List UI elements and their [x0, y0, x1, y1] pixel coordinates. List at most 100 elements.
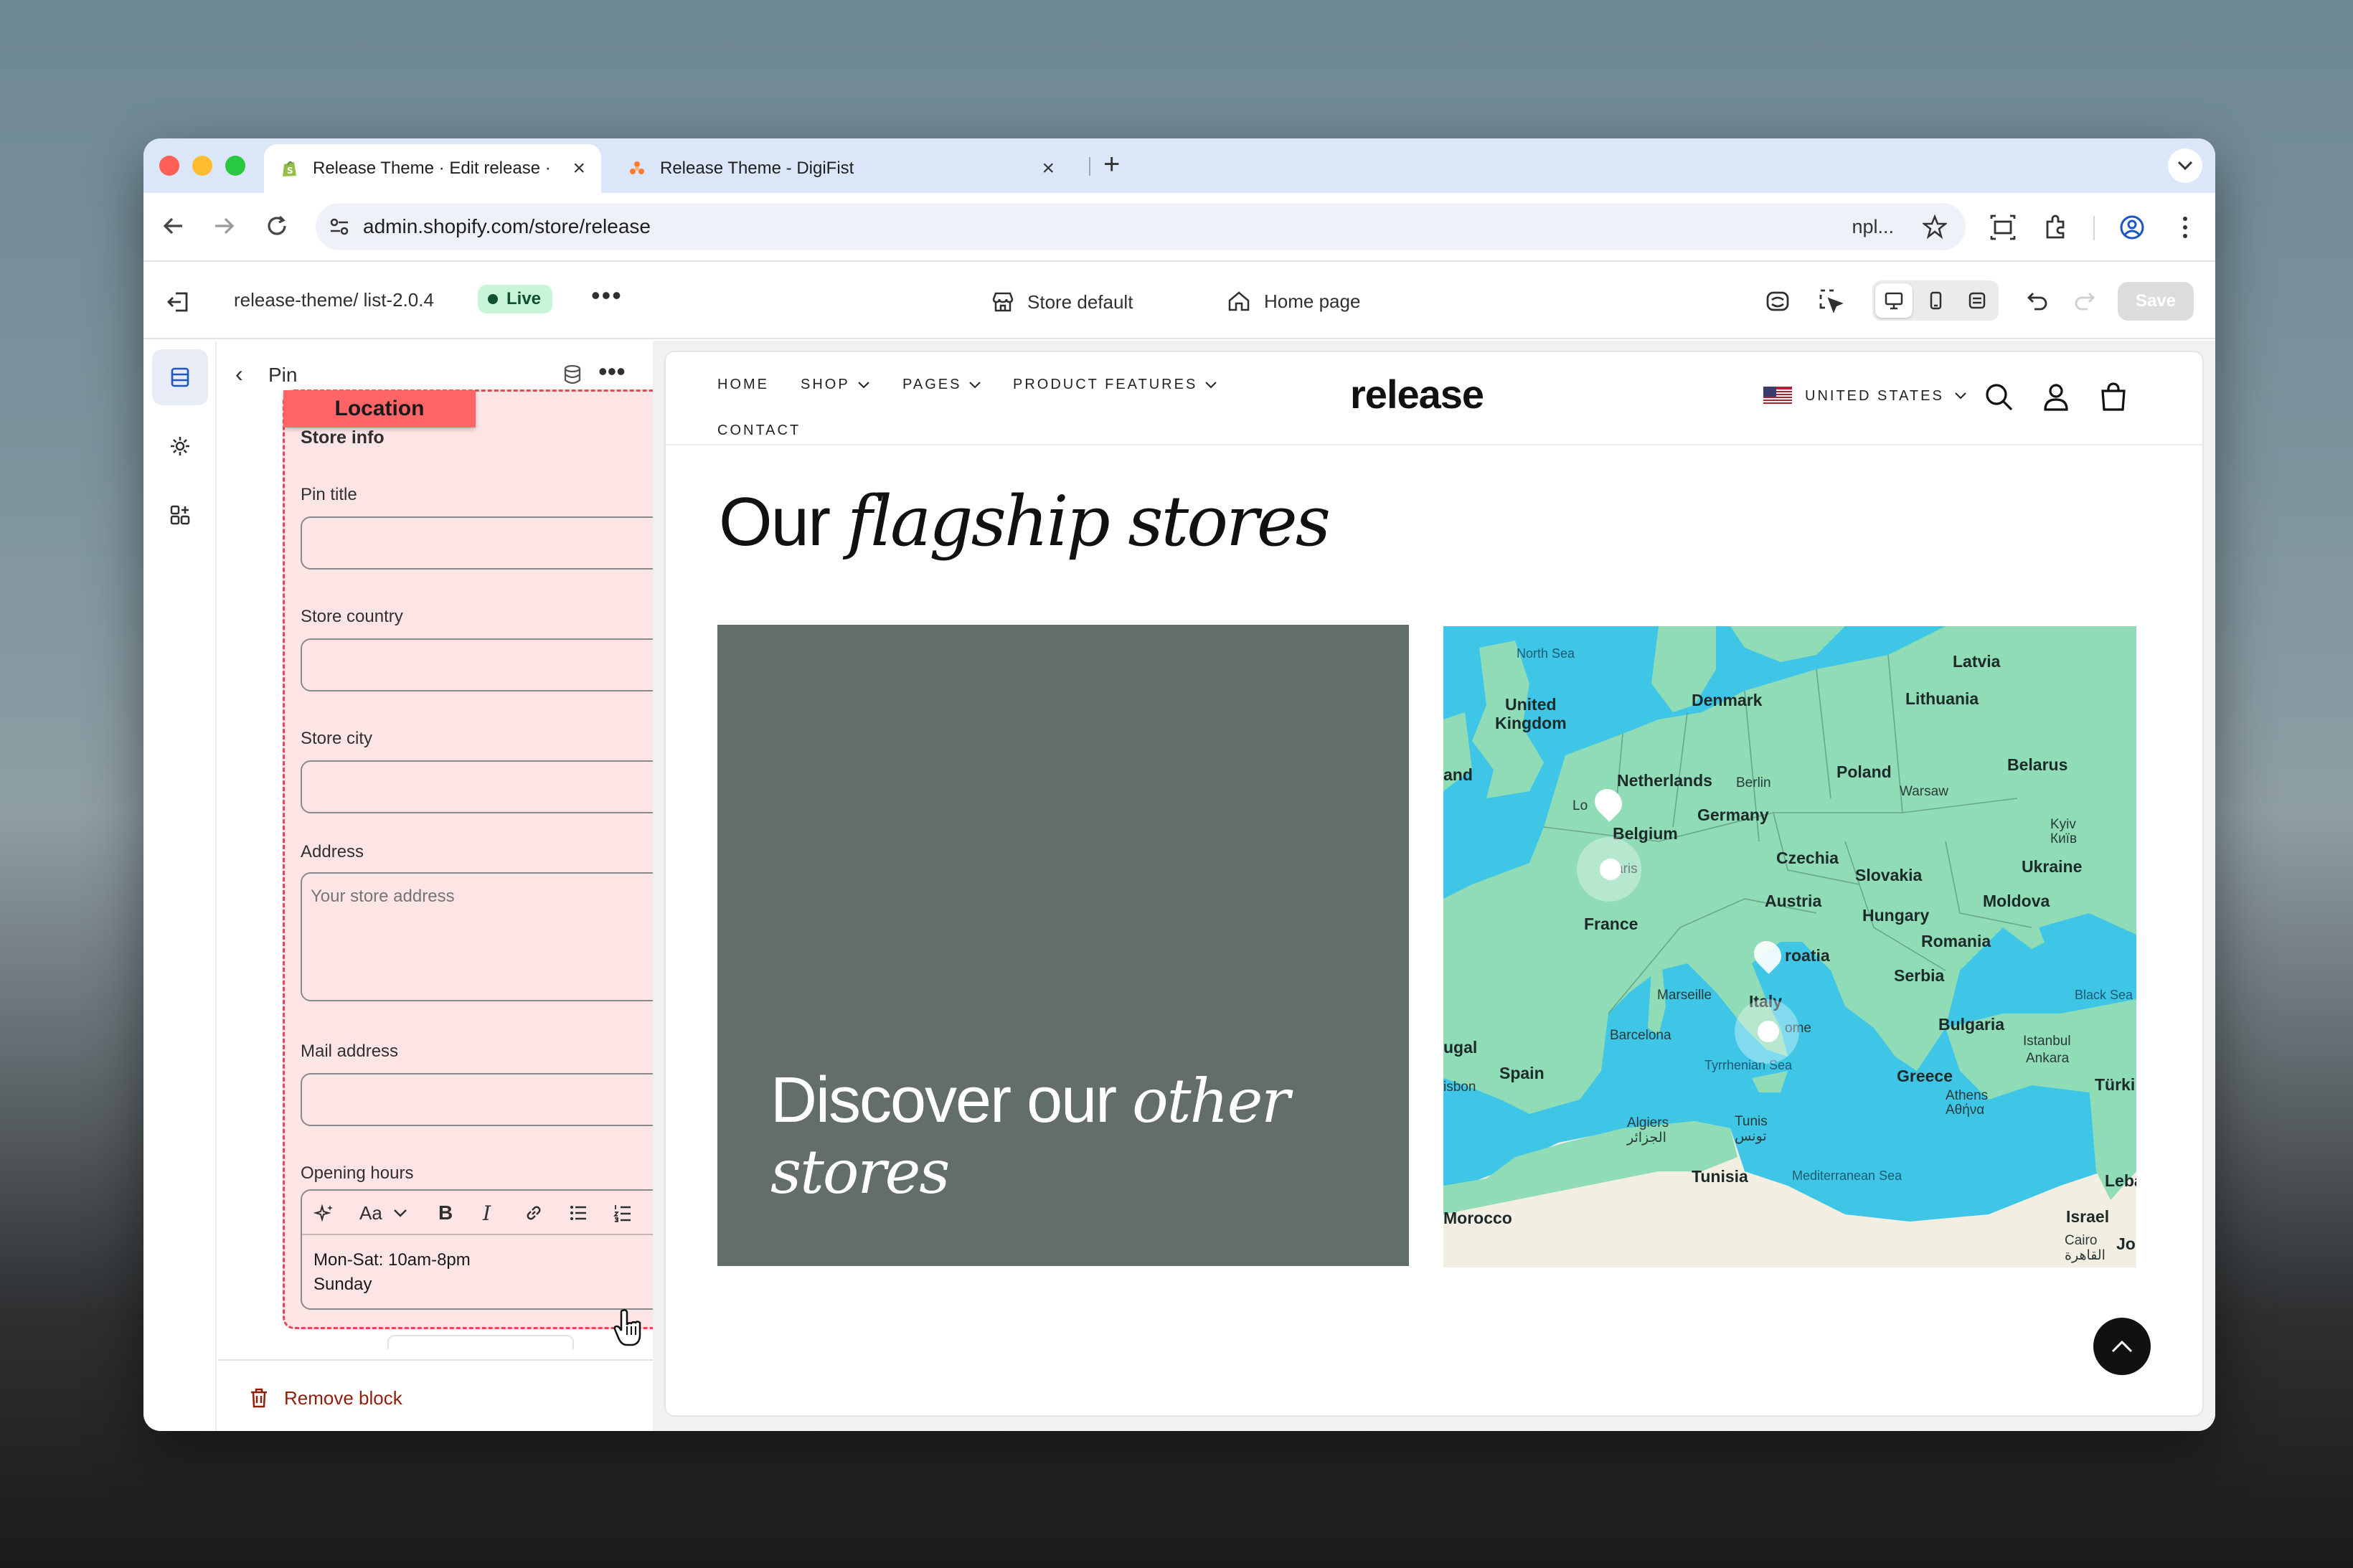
account-icon[interactable]	[2040, 381, 2072, 412]
remove-block-button[interactable]: Remove block	[248, 1387, 402, 1409]
close-tab-icon[interactable]: ×	[1042, 156, 1055, 181]
store-icon	[992, 292, 1014, 312]
app-embeds-button[interactable]	[152, 487, 208, 543]
map-country-label: Israel	[2066, 1207, 2110, 1226]
tab-search-button[interactable]	[2168, 148, 2202, 183]
extension-indicator[interactable]: npl...	[1852, 216, 1894, 238]
search-icon[interactable]	[1983, 381, 2014, 412]
map-city-label: Αθήνα	[1946, 1102, 1985, 1118]
map-sea-label: North Sea	[1517, 646, 1575, 661]
reload-icon[interactable]	[263, 212, 291, 240]
link-icon	[527, 1206, 541, 1220]
font-size-button[interactable]: Aa	[359, 1201, 408, 1225]
opening-hours-editor[interactable]: Aa B I Mon-Sat: 10am-8pm Sunday	[301, 1189, 685, 1310]
numbered-list-button[interactable]	[612, 1201, 633, 1225]
heading-italic: flagship stores	[847, 481, 1331, 562]
panel-footer: Remove block	[218, 1359, 653, 1431]
theme-check-button[interactable]	[1762, 285, 1793, 316]
toolbar-separator	[2093, 216, 2095, 240]
map-country-label: Netherlands	[1617, 771, 1712, 790]
map-country-label: Czechia	[1776, 849, 1839, 867]
link-button[interactable]	[523, 1201, 544, 1225]
back-arrow-icon[interactable]	[159, 212, 188, 240]
address-textarea[interactable]	[301, 872, 685, 1001]
mobile-view-button[interactable]	[1917, 283, 1954, 318]
address-label: Address	[301, 842, 364, 861]
undo-icon	[2027, 293, 2047, 311]
new-tab-button[interactable]: +	[1103, 148, 1120, 181]
close-tab-icon[interactable]: ×	[572, 156, 585, 181]
country-selector[interactable]: UNITED STATES	[1763, 387, 1967, 405]
theme-actions-button[interactable]: •••	[591, 280, 623, 311]
chevron-down-icon	[857, 381, 869, 388]
block-actions-button[interactable]: •••	[598, 356, 626, 387]
store-selector[interactable]: Store default	[990, 289, 1133, 315]
map-country-label: Slovakia	[1855, 866, 1923, 884]
map-country-label: United	[1505, 695, 1557, 714]
mail-address-input[interactable]	[301, 1073, 685, 1126]
store-country-input[interactable]	[301, 638, 685, 691]
inspector-button[interactable]	[1815, 285, 1847, 316]
screen-capture-icon[interactable]	[1984, 209, 2022, 246]
forward-arrow-icon[interactable]	[209, 212, 238, 240]
nav-home[interactable]: HOME	[717, 377, 769, 393]
minimize-window-button[interactable]	[192, 156, 212, 176]
map-pin-rome[interactable]	[1758, 1021, 1779, 1042]
map-city-label: القاهرة	[2065, 1248, 2106, 1263]
theme-settings-button[interactable]	[152, 418, 208, 474]
trash-icon	[251, 1388, 267, 1408]
redo-button[interactable]	[2069, 285, 2100, 316]
browser-menu-button[interactable]	[2166, 209, 2204, 246]
store-logo[interactable]: release	[1350, 371, 1484, 417]
fullscreen-view-button[interactable]	[1958, 283, 1996, 318]
undo-button[interactable]	[2022, 285, 2053, 316]
save-button[interactable]: Save	[2118, 282, 2194, 321]
nav-contact[interactable]: CONTACT	[717, 422, 801, 439]
block-settings-panel: ‹ Pin ••• Location Store info Pin title …	[218, 341, 716, 1431]
nav-shop[interactable]: SHOP	[801, 377, 870, 393]
pin-title-input[interactable]	[301, 516, 685, 570]
tab-title: Release Theme · Edit release ·	[313, 159, 551, 178]
extensions-button[interactable]	[2037, 209, 2075, 246]
location-tag: Location	[283, 390, 476, 428]
back-button[interactable]: ‹	[235, 361, 243, 387]
map-country-label: Greece	[1897, 1067, 1953, 1085]
page-selector[interactable]: Home page	[1227, 289, 1360, 313]
mobile-icon	[1930, 291, 1942, 310]
cart-icon[interactable]	[2098, 381, 2129, 412]
bold-button[interactable]: B	[438, 1201, 453, 1225]
nav-product-features[interactable]: PRODUCT FEATURES	[1013, 377, 1217, 393]
nav-pages[interactable]: PAGES	[902, 377, 981, 393]
desktop-view-button[interactable]	[1875, 283, 1913, 318]
theme-name: release-theme/ list-2.0.4	[234, 289, 434, 311]
opening-hours-content[interactable]: Mon-Sat: 10am-8pm Sunday	[313, 1248, 471, 1297]
home-icon	[1228, 291, 1250, 311]
address-bar[interactable]: admin.shopify.com/store/release npl...	[316, 203, 1966, 250]
tab-digifist[interactable]: Release Theme - DigiFist ×	[611, 144, 1070, 193]
ai-sparkle-button[interactable]	[313, 1201, 335, 1225]
promo-card[interactable]: Discover our other stores	[717, 625, 1409, 1266]
map-city-label: Kyiv	[2050, 817, 2076, 832]
store-map[interactable]: North Sea Latvia United Kingdom Denmark …	[1443, 626, 2136, 1267]
bullet-list-button[interactable]	[567, 1201, 589, 1225]
back-to-top-button[interactable]	[2093, 1318, 2151, 1375]
italic-button[interactable]: I	[483, 1201, 491, 1225]
exit-icon[interactable]	[165, 288, 194, 316]
close-window-button[interactable]	[159, 156, 179, 176]
profile-button[interactable]	[2113, 209, 2151, 246]
sections-button[interactable]	[152, 349, 208, 405]
site-settings-icon[interactable]	[329, 216, 350, 237]
store-selector-label: Store default	[1027, 291, 1133, 313]
store-city-input[interactable]	[301, 760, 685, 813]
tab-shopify-editor[interactable]: S Release Theme · Edit release · ×	[264, 144, 601, 193]
apps-icon	[170, 505, 190, 525]
map-country-label: Germany	[1697, 806, 1769, 824]
app-embed-icon	[1766, 291, 1789, 311]
maximize-window-button[interactable]	[225, 156, 245, 176]
map-city-label: Berlin	[1736, 775, 1771, 790]
svg-text:S: S	[287, 166, 293, 176]
map-sea-label: Mediterranean Sea	[1792, 1168, 1902, 1183]
bookmark-star-icon[interactable]	[1923, 214, 1947, 239]
map-pin-paris[interactable]	[1600, 859, 1621, 880]
dynamic-source-icon[interactable]	[562, 364, 583, 385]
